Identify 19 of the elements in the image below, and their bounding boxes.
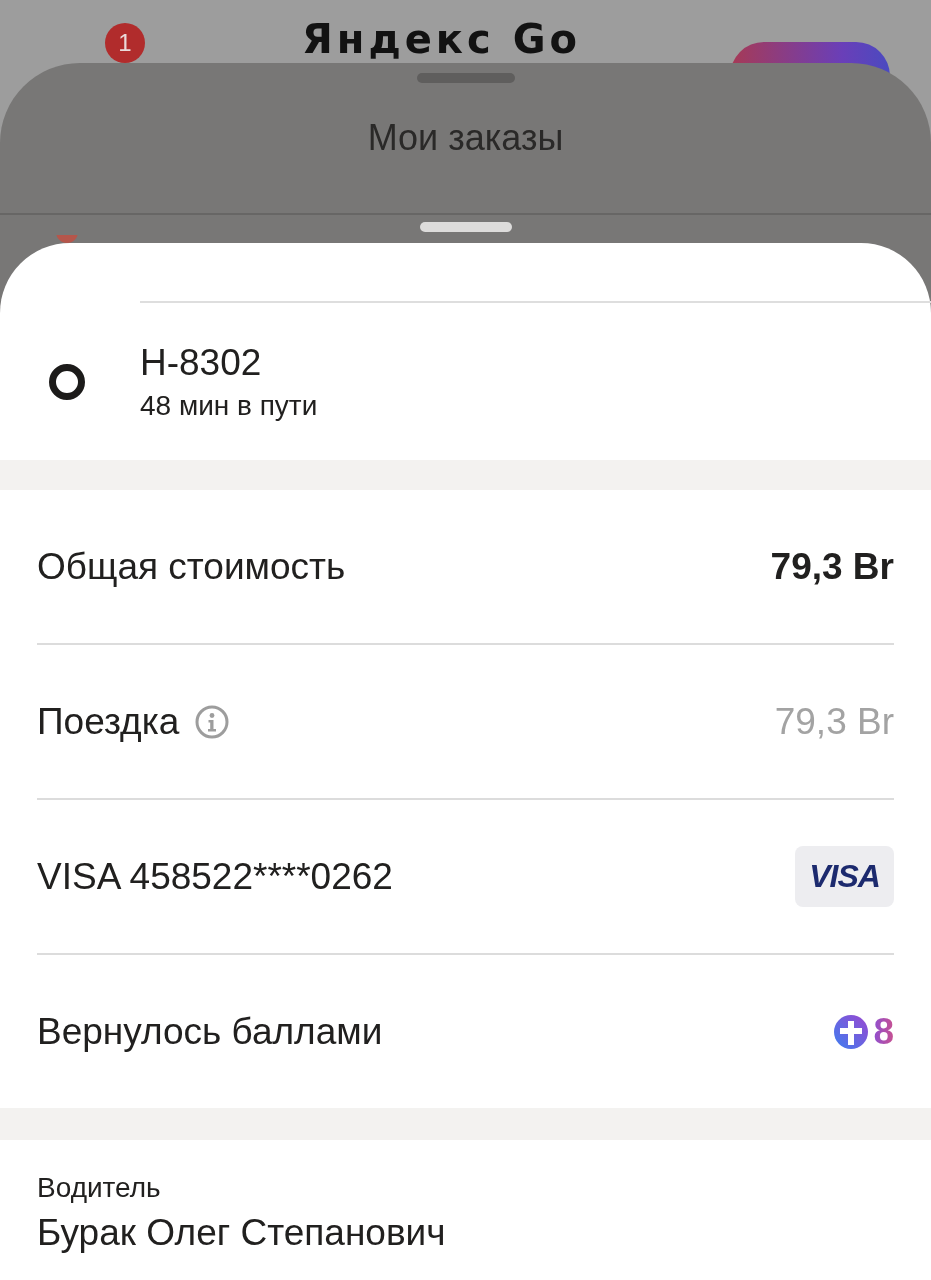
row-label: Вернулось баллами (37, 1009, 383, 1054)
route-point-eta: 48 мин в пути (140, 388, 318, 423)
app-logo: Яндекс Go (302, 19, 581, 59)
notification-badge: 1 (105, 23, 145, 63)
ring-icon (49, 363, 85, 400)
total-price: 79,3 Br (770, 544, 894, 589)
drag-handle[interactable] (416, 73, 515, 83)
trip-price: 79,3 Br (774, 699, 894, 744)
route-point-title: Н-8302 (140, 340, 262, 385)
row-label: Общая стоимость (37, 544, 346, 589)
driver-label: Водитель (37, 1171, 161, 1205)
card-brand-badge: VISA (795, 846, 894, 907)
row-label: VISA 458522****0262 (37, 854, 393, 899)
drag-handle[interactable] (419, 222, 512, 232)
plus-points-icon (834, 1014, 869, 1049)
info-icon[interactable] (195, 704, 230, 739)
row-label: Поездка (37, 699, 180, 744)
sheet-title: Мои заказы (367, 116, 564, 160)
driver-name: Бурак Олег Степанович (37, 1211, 446, 1255)
